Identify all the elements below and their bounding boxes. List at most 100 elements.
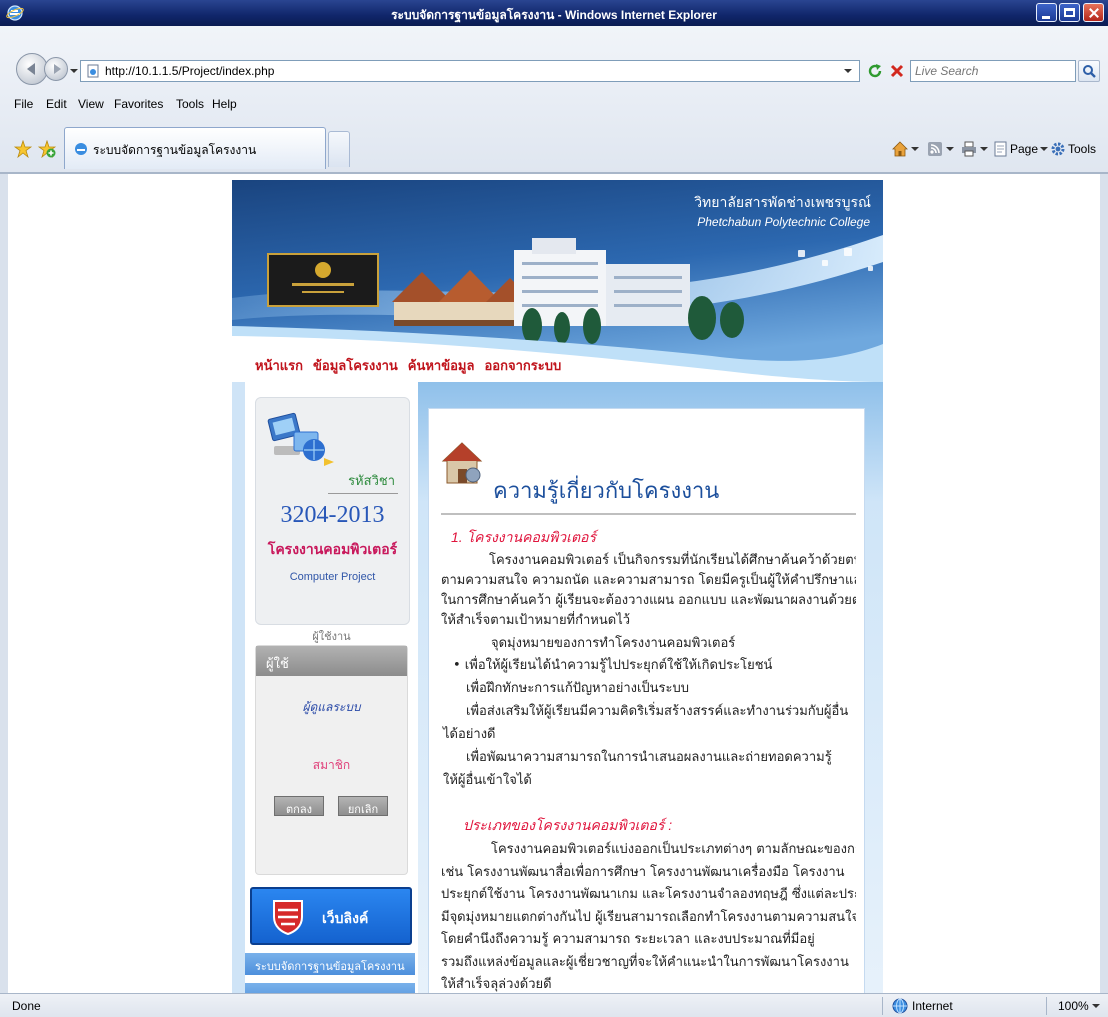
aim-line: เพื่อส่งเสริมให้ผู้เรียนมีความคิดริเริ่ม… (466, 704, 849, 719)
course-name-english[interactable]: Computer Project (256, 571, 409, 583)
print-dropdown-icon[interactable] (980, 147, 988, 151)
menu-tools[interactable]: Tools (176, 97, 204, 111)
paragraph-line: ตามความสนใจ ความถนัด และความสามารถ โดยมี… (441, 573, 856, 588)
paragraph-line: ให้สำเร็จตามเป้าหมายที่กำหนดไว้ (441, 613, 631, 628)
home-icon[interactable] (892, 141, 908, 157)
section1-title: 1. โครงงานคอมพิวเตอร์ (451, 529, 596, 545)
sidebar-link-project-db[interactable]: ระบบจัดการฐานข้อมูลโครงงาน (245, 953, 415, 975)
tools-menu[interactable]: Tools (1068, 142, 1096, 156)
computer-icon (267, 412, 334, 466)
minimize-icon (1042, 16, 1050, 19)
course-code: 3204-2013 (280, 502, 385, 528)
search-icon (1083, 65, 1096, 78)
status-text: Done (12, 999, 41, 1013)
paragraph-line: โครงงานคอมพิวเตอร์แบ่งออกเป็นประเภทต่างๆ… (491, 842, 856, 857)
paragraph-line: โครงงานคอมพิวเตอร์ เป็นกิจกรรมที่นักเรีย… (489, 553, 856, 568)
login-box: ผู้ใช้ ผู้ดูแลระบบ สมาชิก ตกลง ยกเลิก (255, 645, 408, 875)
history-dropdown-icon[interactable] (70, 69, 78, 73)
search-button[interactable] (1078, 60, 1100, 82)
heading-divider (441, 513, 856, 515)
tools-gear-icon[interactable] (1050, 141, 1066, 157)
forward-icon (54, 64, 61, 74)
banner-title-thai: วิทยาลัยสารพัดช่างเพชรบูรณ์ (694, 195, 871, 211)
course-info-box: รหัสวิชา 3204-2013 โครงงานคอมพิวเตอร์ Co… (255, 397, 410, 625)
status-separator (882, 997, 883, 1015)
tab-current-page[interactable]: ระบบจัดการฐานข้อมูลโครงงาน (64, 127, 326, 169)
house-icon (441, 442, 483, 484)
menu-favorites[interactable]: Favorites (114, 97, 163, 111)
page-favicon-icon (87, 64, 99, 78)
security-zone[interactable]: Internet (912, 999, 953, 1013)
feeds-icon[interactable] (927, 141, 943, 157)
globe-icon (892, 998, 908, 1014)
search-box[interactable] (910, 60, 1076, 82)
zoom-level[interactable]: 100% (1058, 999, 1089, 1013)
address-dropdown-icon[interactable] (844, 69, 852, 73)
page-viewport[interactable]: วิทยาลัยสารพัดช่างเพชรบูรณ์ Phetchabun P… (8, 174, 1100, 993)
minimize-button[interactable] (1036, 3, 1057, 22)
favorites-star-icon[interactable] (14, 140, 32, 158)
menu-help[interactable]: Help (212, 97, 237, 111)
aim-line: ให้ผู้อื่นเข้าใจได้ (443, 773, 532, 788)
website: วิทยาลัยสารพัดช่างเพชรบูรณ์ Phetchabun P… (232, 180, 883, 993)
forward-button[interactable] (44, 57, 68, 81)
paragraph-line: ในการศึกษาค้นคว้า ผู้เรียนจะต้องวางแผน อ… (441, 593, 856, 608)
status-separator (1046, 997, 1047, 1015)
page-icon[interactable] (994, 141, 1008, 157)
school-logo-icon (273, 900, 303, 936)
login-header: ผู้ใช้ (256, 646, 407, 676)
back-icon (27, 63, 35, 75)
search-input[interactable] (915, 63, 1071, 79)
window-title-bar[interactable]: ระบบจัดการฐานข้อมูลโครงงาน - Windows Int… (0, 0, 1108, 26)
banner-title-english: Phetchabun Polytechnic College (697, 215, 870, 229)
paragraph-line: มีจุดมุ่งหมายแตกต่างกันไป ผู้เรียนสามารถ… (441, 909, 856, 925)
home-dropdown-icon[interactable] (911, 147, 919, 151)
maximize-button[interactable] (1059, 3, 1080, 22)
stop-icon[interactable] (889, 63, 905, 79)
add-favorites-icon[interactable] (38, 140, 56, 158)
weblinks-label: เว็บลิงค์ (322, 910, 369, 926)
course-divider (328, 493, 398, 494)
close-button[interactable] (1083, 3, 1104, 22)
admin-link[interactable]: ผู้ดูแลระบบ (256, 698, 407, 717)
page-title: ความรู้เกี่ยวกับโครงงาน (493, 479, 720, 504)
print-icon[interactable] (961, 141, 977, 157)
login-ok-button[interactable]: ตกลง (274, 796, 324, 816)
weblinks-button[interactable]: เว็บลิงค์ (250, 887, 412, 945)
nav-link-logout[interactable]: ออกจากระบบ (484, 355, 561, 375)
paragraph-line: เช่น โครงงานพัฒนาสื่อเพื่อการศึกษา โครงง… (441, 864, 845, 880)
aim-line: เพื่อพัฒนาความสามารถในการนำเสนอผลงานและถ… (466, 750, 832, 765)
feeds-dropdown-icon[interactable] (946, 147, 954, 151)
paragraph-line: ประยุกต์ใช้งาน โครงงานพัฒนาเกม และโครงงา… (441, 887, 856, 902)
ie-page-icon (75, 143, 87, 155)
course-code-label: รหัสวิชา (348, 473, 395, 488)
nav-link-search[interactable]: ค้นหาข้อมูล (408, 355, 475, 375)
maximize-icon (1064, 8, 1075, 17)
address-bar[interactable] (80, 60, 860, 82)
page-menu[interactable]: Page (1010, 142, 1038, 156)
menu-edit[interactable]: Edit (46, 97, 67, 111)
ie-icon (6, 5, 24, 21)
paragraph-line: รวมถึงแหล่งข้อมูลและผู้เชี่ยวชาญที่จะให้… (441, 954, 849, 970)
menu-file[interactable]: File (14, 97, 33, 111)
menu-view[interactable]: View (78, 97, 104, 111)
nav-link-home[interactable]: หน้าแรก (255, 355, 303, 375)
sidebar-link-next[interactable] (245, 983, 415, 993)
article-body: 1. โครงงานคอมพิวเตอร์ โครงงานคอมพิวเตอร์… (441, 527, 856, 993)
aim-line: ได้อย่างดี (443, 727, 496, 742)
address-input[interactable] (105, 63, 835, 79)
aim-line: เพื่อฝึกทักษะการแก้ปัญหาอย่างเป็นระบบ (466, 681, 690, 696)
nav-link-projects[interactable]: ข้อมูลโครงงาน (313, 355, 398, 375)
page-dropdown-icon[interactable] (1040, 147, 1048, 151)
paragraph-line: โดยคำนึงถึงความรู้ ความสามารถ ระยะเวลา แ… (441, 932, 815, 947)
zoom-dropdown-icon[interactable] (1092, 1004, 1100, 1008)
login-cancel-button[interactable]: ยกเลิก (338, 796, 388, 816)
aim-line: • เพื่อให้ผู้เรียนได้นำความรู้ไปประยุกต์… (453, 658, 773, 673)
section2-title: ประเภทของโครงงานคอมพิวเตอร์ : (463, 817, 673, 833)
member-link[interactable]: สมาชิก (256, 756, 407, 775)
refresh-icon[interactable] (866, 62, 884, 80)
tab-title: ระบบจัดการฐานข้อมูลโครงงาน (93, 143, 257, 157)
main-content-panel: ความรู้เกี่ยวกับโครงงาน 1. โครงงานคอมพิว… (428, 408, 865, 993)
window-title: ระบบจัดการฐานข้อมูลโครงงาน - Windows Int… (391, 8, 717, 22)
new-tab-button[interactable] (328, 131, 350, 167)
